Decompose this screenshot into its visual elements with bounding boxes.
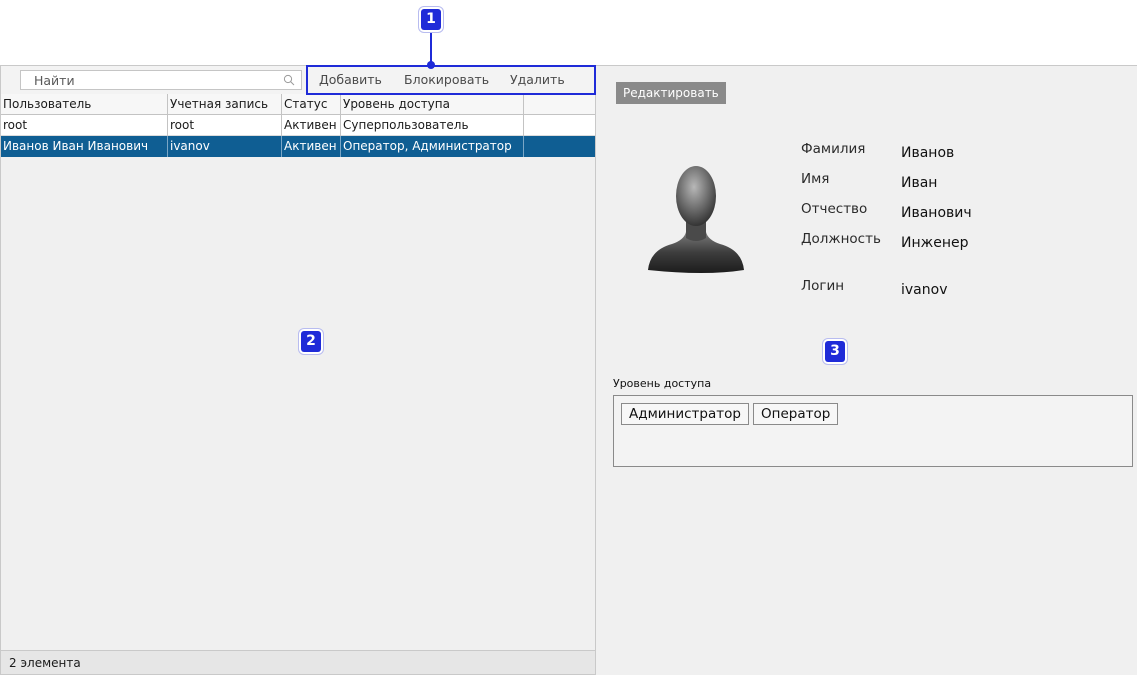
callout-badge-2: 2 xyxy=(301,331,321,352)
cell-access-level: Суперпользователь xyxy=(341,115,524,136)
login-label: Логин xyxy=(801,278,845,294)
users-list-panel: Добавить Блокировать Удалить Пользовател… xyxy=(0,65,596,675)
cell-empty xyxy=(524,115,595,136)
column-header-empty xyxy=(524,94,595,115)
toolbar-callout-frame xyxy=(306,65,596,95)
table-row[interactable]: root root Активен Суперпользователь xyxy=(1,115,595,136)
access-tag-administrator[interactable]: Администратор xyxy=(621,403,749,425)
patronymic-label: Отчество xyxy=(801,201,868,217)
search-input[interactable] xyxy=(21,71,279,89)
user-details-panel: Редактировать Фамилия Иванов Имя Иван От… xyxy=(596,65,1137,675)
column-header-access-level[interactable]: Уровень доступа xyxy=(341,94,524,115)
item-count-status: 2 элемента xyxy=(1,650,595,674)
position-value: Инженер xyxy=(901,235,969,251)
edit-button[interactable]: Редактировать xyxy=(616,82,726,104)
position-label: Должность xyxy=(801,231,881,247)
cell-access-level: Оператор, Администратор xyxy=(341,136,524,157)
callout-badge-1: 1 xyxy=(421,9,441,30)
table-header: Пользователь Учетная запись Статус Урове… xyxy=(1,94,595,115)
access-tag-operator[interactable]: Оператор xyxy=(753,403,839,425)
cell-user: Иванов Иван Иванович xyxy=(1,136,168,157)
table-row-selected[interactable]: Иванов Иван Иванович ivanov Активен Опер… xyxy=(1,136,595,157)
name-value: Иван xyxy=(901,175,938,191)
cell-status: Активен xyxy=(282,115,341,136)
login-value: ivanov xyxy=(901,282,948,298)
cell-user: root xyxy=(1,115,168,136)
access-level-box: Администратор Оператор xyxy=(613,395,1133,467)
surname-value: Иванов xyxy=(901,145,955,161)
cell-empty xyxy=(524,136,595,157)
search-icon[interactable] xyxy=(283,74,295,86)
users-table: Пользователь Учетная запись Статус Урове… xyxy=(1,94,595,157)
surname-label: Фамилия xyxy=(801,141,866,157)
user-avatar-icon xyxy=(648,166,744,273)
cell-status: Активен xyxy=(282,136,341,157)
column-header-status[interactable]: Статус xyxy=(282,94,341,115)
cell-account: root xyxy=(168,115,282,136)
column-header-account[interactable]: Учетная запись xyxy=(168,94,282,115)
column-header-user[interactable]: Пользователь xyxy=(1,94,168,115)
access-level-label: Уровень доступа xyxy=(613,377,712,390)
patronymic-value: Иванович xyxy=(901,205,972,221)
search-box xyxy=(20,70,302,90)
cell-account: ivanov xyxy=(168,136,282,157)
callout-badge-3: 3 xyxy=(825,341,845,362)
name-label: Имя xyxy=(801,171,830,187)
